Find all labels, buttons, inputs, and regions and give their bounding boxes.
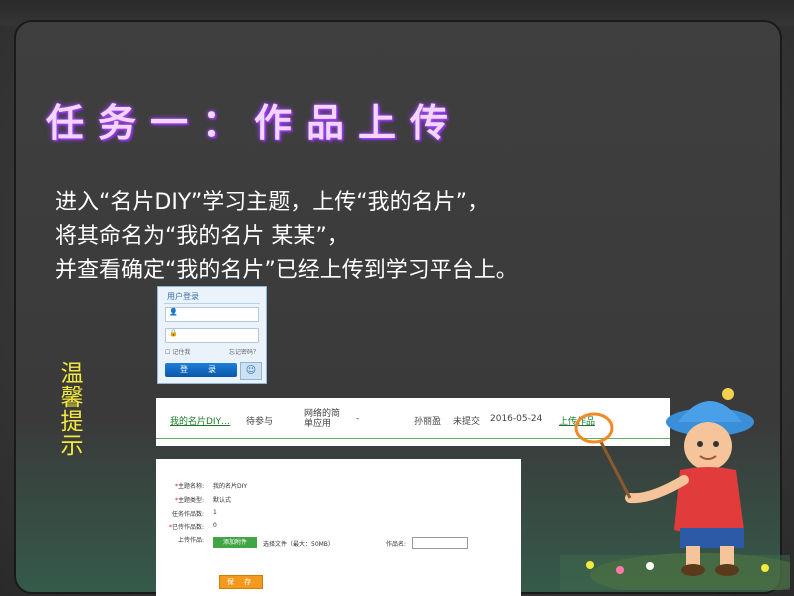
theme-name-label: *主题名称: — [174, 483, 204, 490]
remember-checkbox[interactable]: ☐ — [165, 349, 170, 356]
add-attachment-button[interactable]: 添加附件 — [213, 537, 257, 548]
forgot-password-link[interactable]: 忘记密码？ — [229, 347, 259, 356]
join-status: 待参与 — [246, 417, 274, 427]
choose-file-button[interactable]: 选择文件（最大：50MB） — [263, 539, 334, 548]
theme-type-label: *主题类型: — [174, 497, 204, 504]
save-button[interactable]: 保 存 — [219, 575, 263, 589]
tip-label: 温 馨 提 示 — [58, 362, 86, 458]
theme-type-value: 默认式 — [213, 497, 232, 504]
intro-line: 将其命名为“我的名片 某某”， — [55, 224, 349, 249]
slide-title: 任务一：作品上传 — [46, 100, 463, 145]
tip-char: 温 — [60, 361, 84, 387]
task-count-label: 任务作品数: — [171, 511, 204, 518]
login-button[interactable]: 登 录 — [165, 363, 237, 377]
login-title: 用户登录 — [167, 292, 199, 301]
uploaded-count-label: *已传作品数: — [168, 524, 204, 531]
tip-char: 馨 — [60, 385, 84, 411]
dash: - — [356, 414, 360, 424]
tip-char: 示 — [60, 433, 84, 459]
work-name-input[interactable] — [412, 537, 468, 549]
tip-char: 提 — [60, 409, 84, 435]
cartoon-boy-illustration — [560, 388, 790, 590]
lock-icon: 🔒 — [169, 329, 178, 337]
intro-text: 进入“名片DIY”学习主题，上传“我的名片”， 将其命名为“我的名片 某某”， … — [55, 186, 518, 288]
teacher-name: 孙丽盈 — [414, 417, 442, 427]
category: 网络的简单应用 — [304, 409, 341, 429]
work-name-label: 作品名: — [386, 541, 407, 548]
username-input[interactable]: 👤 — [165, 307, 259, 322]
user-icon: 👤 — [169, 308, 178, 316]
date: 2016-05-24 — [490, 414, 543, 424]
uploaded-count-value: 0 — [213, 522, 217, 529]
task-count-value: 1 — [213, 509, 217, 516]
assignment-name-link[interactable]: 我的名片DIY… — [170, 414, 230, 427]
user-avatar-icon[interactable]: ☺ — [240, 362, 262, 380]
submit-status: 未提交 — [453, 417, 481, 427]
login-panel: 用户登录 👤 🔒 ☐ 记住我 忘记密码？ 登 录 ☺ — [157, 286, 267, 384]
remember-label: 记住我 — [172, 349, 191, 356]
password-input[interactable]: 🔒 — [165, 328, 259, 343]
slide: 任务一：作品上传 进入“名片DIY”学习主题，上传“我的名片”， 将其命名为“我… — [0, 0, 794, 596]
login-options: ☐ 记住我 忘记密码？ — [165, 347, 261, 356]
upload-label: 上传作品: — [177, 537, 204, 544]
login-divider — [164, 303, 260, 304]
upload-form: *主题名称: 我的名片DIY *主题类型: 默认式 任务作品数: 1 *已传作品… — [156, 459, 521, 596]
intro-line: 进入“名片DIY”学习主题，上传“我的名片”， — [55, 190, 490, 215]
intro-line: 并查看确定“我的名片”已经上传到学习平台上。 — [55, 258, 518, 283]
theme-name-value: 我的名片DIY — [213, 483, 248, 490]
